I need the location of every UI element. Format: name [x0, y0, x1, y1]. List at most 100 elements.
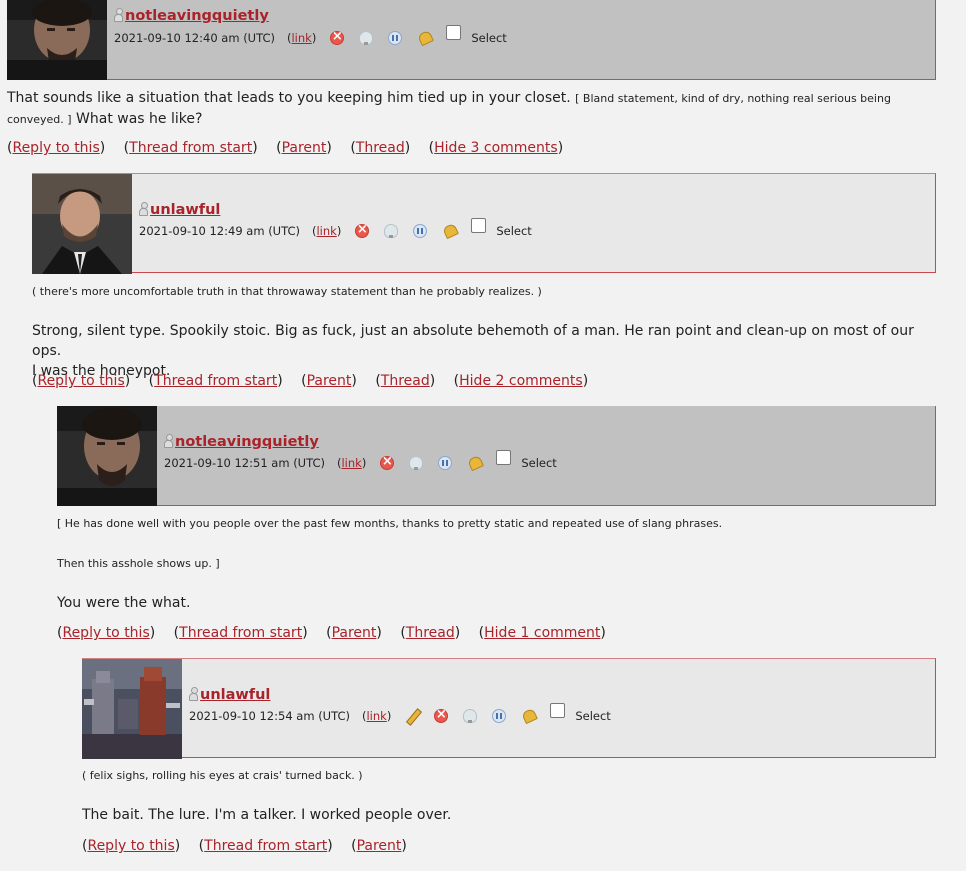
- screen-icon[interactable]: [417, 31, 431, 45]
- comment-1-body: That sounds like a situation that leads …: [7, 88, 907, 130]
- user-icon[interactable]: [114, 8, 123, 22]
- select-checkbox[interactable]: [471, 218, 487, 233]
- timestamp: 2021-09-10 12:54 am (UTC): [189, 708, 350, 723]
- hide-comments-link[interactable]: Hide 2 comments: [459, 373, 583, 389]
- comment-3-ooc-2: Then this asshole shows up. ]: [57, 554, 947, 574]
- permalink-link[interactable]: link: [366, 709, 386, 723]
- username-link[interactable]: notleavingquietly: [175, 434, 319, 450]
- comment-meta: 2021-09-10 12:40 am (UTC) (link) Select: [114, 25, 507, 45]
- comment-4-body: The bait. The lure. I'm a talker. I work…: [82, 805, 942, 825]
- body-text: You were the what.: [57, 595, 191, 611]
- comment-meta: 2021-09-10 12:54 am (UTC) (link) Select: [189, 703, 611, 723]
- ooc-note-end: Then this asshole shows up. ]: [57, 557, 220, 570]
- comment-header: notleavingquietly 2021-09-10 12:40 am (U…: [7, 0, 936, 80]
- track-icon[interactable]: [384, 223, 399, 238]
- permalink: (link): [361, 708, 392, 723]
- comment-4-links: (Reply to this) (Thread from start) (Par…: [82, 838, 407, 854]
- comment-3-ooc: [ He has done well with you people over …: [57, 514, 947, 534]
- comment-2-body: Strong, silent type. Spookily stoic. Big…: [32, 321, 942, 381]
- poster-name: unlawful: [189, 687, 270, 703]
- track-icon[interactable]: [463, 708, 478, 723]
- comment-1: notleavingquietly 2021-09-10 12:40 am (U…: [7, 0, 936, 80]
- avatar[interactable]: [32, 174, 132, 274]
- parent-link[interactable]: Parent: [282, 140, 327, 156]
- body-text: The bait. The lure. I'm a talker. I work…: [82, 807, 452, 823]
- reply-link[interactable]: Reply to this: [12, 140, 99, 156]
- username-link[interactable]: unlawful: [200, 687, 270, 703]
- thread-link[interactable]: Thread: [406, 625, 455, 641]
- select-label: Select: [575, 708, 611, 723]
- comment-1-links: (Reply to this) (Thread from start) (Par…: [7, 140, 564, 156]
- ooc-note: [ He has done well with you people over …: [57, 517, 723, 530]
- select-checkbox[interactable]: [496, 450, 512, 465]
- comment-meta: 2021-09-10 12:51 am (UTC) (link) Select: [164, 450, 557, 470]
- username-link[interactable]: unlawful: [150, 202, 220, 218]
- comment-2-action: ( there's more uncomfortable truth in th…: [32, 282, 932, 302]
- edit-icon[interactable]: [405, 709, 419, 723]
- screen-icon[interactable]: [442, 224, 456, 238]
- reply-link[interactable]: Reply to this: [37, 373, 124, 389]
- action-text: ( felix sighs, rolling his eyes at crais…: [82, 769, 363, 782]
- track-icon[interactable]: [359, 30, 374, 45]
- user-icon[interactable]: [164, 434, 173, 448]
- permalink: (link): [336, 455, 367, 470]
- select-checkbox[interactable]: [446, 25, 462, 40]
- poster-name: unlawful: [139, 202, 220, 218]
- thread-link[interactable]: Thread: [356, 140, 405, 156]
- body-text-end: What was he like?: [76, 111, 203, 127]
- user-icon[interactable]: [139, 202, 148, 216]
- permalink: (link): [311, 223, 342, 238]
- username-link[interactable]: notleavingquietly: [125, 8, 269, 24]
- parent-link[interactable]: Parent: [307, 373, 352, 389]
- comment-3-body: You were the what.: [57, 593, 937, 613]
- select-label: Select: [471, 30, 507, 45]
- timestamp: 2021-09-10 12:51 am (UTC): [164, 455, 325, 470]
- comment-4-action: ( felix sighs, rolling his eyes at crais…: [82, 766, 942, 786]
- thread-from-start-link[interactable]: Thread from start: [204, 838, 327, 854]
- freeze-icon[interactable]: [388, 30, 403, 45]
- comment-header: unlawful 2021-09-10 12:49 am (UTC) (link…: [32, 173, 936, 274]
- select-label: Select: [521, 455, 557, 470]
- timestamp: 2021-09-10 12:49 am (UTC): [139, 223, 300, 238]
- freeze-icon[interactable]: [413, 223, 428, 238]
- avatar[interactable]: [57, 406, 157, 506]
- comment-header: notleavingquietly 2021-09-10 12:51 am (U…: [57, 406, 936, 506]
- thread-link[interactable]: Thread: [381, 373, 430, 389]
- action-text: ( there's more uncomfortable truth in th…: [32, 285, 542, 298]
- reply-link[interactable]: Reply to this: [87, 838, 174, 854]
- thread-from-start-link[interactable]: Thread from start: [129, 140, 252, 156]
- permalink-link[interactable]: link: [291, 31, 311, 45]
- comment-3: notleavingquietly 2021-09-10 12:51 am (U…: [57, 406, 936, 506]
- comment-2: unlawful 2021-09-10 12:49 am (UTC) (link…: [32, 173, 936, 274]
- timestamp: 2021-09-10 12:40 am (UTC): [114, 30, 275, 45]
- avatar[interactable]: [7, 0, 107, 80]
- ooc-note-end: conveyed. ]: [7, 113, 72, 126]
- select-checkbox[interactable]: [550, 703, 566, 718]
- delete-icon[interactable]: [330, 29, 345, 45]
- hide-comments-link[interactable]: Hide 3 comments: [434, 140, 558, 156]
- permalink-link[interactable]: link: [316, 224, 336, 238]
- delete-icon[interactable]: [434, 707, 449, 723]
- body-text: Strong, silent type. Spookily stoic. Big…: [32, 323, 914, 359]
- comment-2-links: (Reply to this) (Thread from start) (Par…: [32, 373, 589, 389]
- hide-comments-link[interactable]: Hide 1 comment: [484, 625, 600, 641]
- poster-name: notleavingquietly: [164, 434, 319, 450]
- screen-icon[interactable]: [521, 709, 535, 723]
- permalink: (link): [286, 30, 317, 45]
- reply-link[interactable]: Reply to this: [62, 625, 149, 641]
- comment-meta: 2021-09-10 12:49 am (UTC) (link) Select: [139, 218, 532, 238]
- parent-link[interactable]: Parent: [332, 625, 377, 641]
- permalink-link[interactable]: link: [341, 456, 361, 470]
- avatar[interactable]: [82, 659, 182, 759]
- thread-from-start-link[interactable]: Thread from start: [179, 625, 302, 641]
- delete-icon[interactable]: [355, 222, 370, 238]
- user-icon[interactable]: [189, 687, 198, 701]
- parent-link[interactable]: Parent: [357, 838, 402, 854]
- freeze-icon[interactable]: [492, 708, 507, 723]
- delete-icon[interactable]: [380, 454, 395, 470]
- select-label: Select: [496, 223, 532, 238]
- freeze-icon[interactable]: [438, 455, 453, 470]
- track-icon[interactable]: [409, 455, 424, 470]
- screen-icon[interactable]: [467, 456, 481, 470]
- thread-from-start-link[interactable]: Thread from start: [154, 373, 277, 389]
